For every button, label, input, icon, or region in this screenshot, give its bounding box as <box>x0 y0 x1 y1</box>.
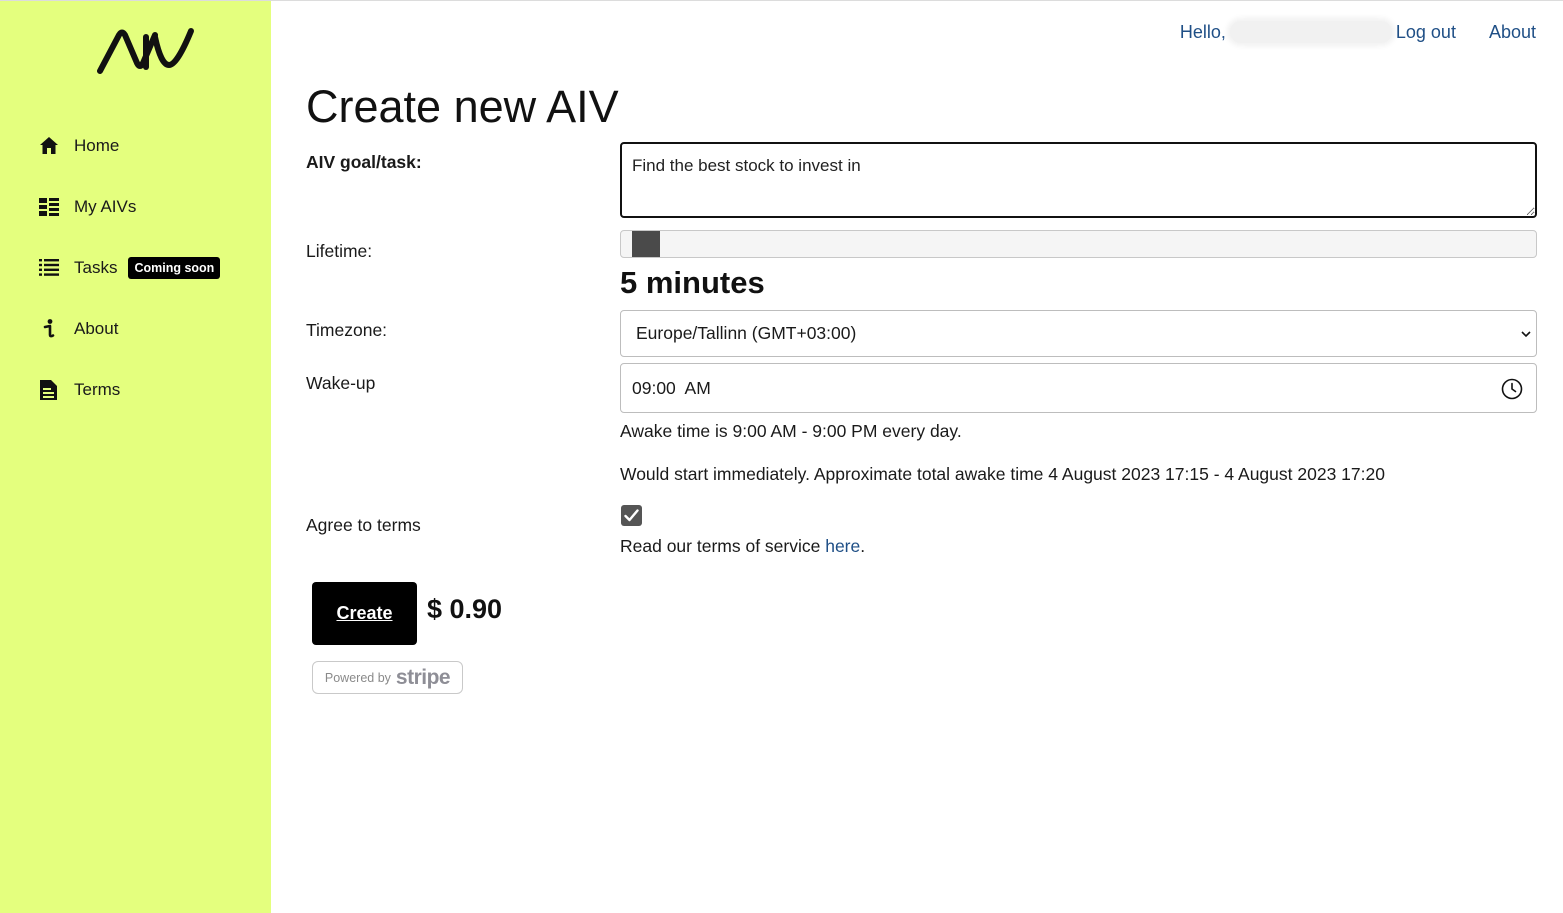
dashboard-icon <box>38 196 60 218</box>
stripe-powered-by-text: Powered by <box>324 670 391 685</box>
aiv-logo[interactable] <box>95 23 197 79</box>
sidebar-nav: Home My AIVs Tasks Coming soon About Ter… <box>0 115 271 420</box>
page-title: Create new AIV <box>306 81 619 132</box>
lifetime-slider[interactable] <box>620 230 1537 258</box>
sidebar-item-terms[interactable]: Terms <box>0 359 271 420</box>
create-button[interactable]: Create <box>312 582 417 645</box>
goal-label: AIV goal/task: <box>306 152 422 172</box>
lifetime-value: 5 minutes <box>620 265 765 300</box>
price-label: $ 0.90 <box>427 594 503 624</box>
goal-textarea[interactable] <box>620 142 1537 218</box>
sidebar-item-home[interactable]: Home <box>0 115 271 176</box>
agree-terms-checkbox[interactable] <box>621 505 642 526</box>
logout-link[interactable]: Log out <box>1396 22 1456 43</box>
wakeup-value: 09:00 AM <box>632 377 711 398</box>
chevron-down-icon <box>1521 331 1531 338</box>
wakeup-time-input[interactable]: 09:00 AM <box>620 363 1537 413</box>
terms-label: Agree to terms <box>306 515 421 535</box>
info-icon <box>38 318 60 340</box>
terms-text-prefix: Read our terms of service <box>620 536 826 556</box>
sidebar-item-my-aivs[interactable]: My AIVs <box>0 176 271 237</box>
sidebar-item-about[interactable]: About <box>0 298 271 359</box>
lifetime-slider-thumb[interactable] <box>632 231 660 257</box>
home-icon <box>38 135 60 157</box>
timezone-select[interactable]: Europe/Tallinn (GMT+03:00) <box>620 310 1537 357</box>
redacted-username <box>1229 21 1392 43</box>
lifetime-label: Lifetime: <box>306 241 373 261</box>
hello-text: Hello, <box>1179 21 1226 42</box>
sidebar-item-label: About <box>74 318 119 338</box>
about-link[interactable]: About <box>1489 22 1536 43</box>
clock-icon[interactable] <box>1500 377 1524 401</box>
checkmark-icon <box>624 509 639 522</box>
start-time-text: Would start immediately. Approximate tot… <box>620 464 1385 484</box>
terms-text-suffix: . <box>860 536 866 556</box>
terms-of-service-text: Read our terms of service here. <box>620 536 865 557</box>
top-links: Hello, Log out About <box>1180 21 1536 43</box>
timezone-label: Timezone: <box>306 320 388 340</box>
timezone-value: Europe/Tallinn (GMT+03:00) <box>636 323 857 343</box>
stripe-logo: stripe <box>395 665 451 689</box>
coming-soon-badge: Coming soon <box>128 256 221 279</box>
terms-here-link[interactable]: here <box>825 536 860 556</box>
sidebar-item-label: My AIVs <box>74 196 137 216</box>
sidebar: Home My AIVs Tasks Coming soon About Ter… <box>0 1 271 913</box>
powered-by-stripe-badge[interactable]: Powered by stripe <box>312 661 463 694</box>
sidebar-item-label: Home <box>74 135 120 155</box>
sidebar-item-label: Tasks <box>74 257 118 277</box>
wakeup-label: Wake-up <box>306 373 376 393</box>
document-icon <box>38 379 60 401</box>
awake-time-text: Awake time is 9:00 AM - 9:00 PM every da… <box>620 421 962 441</box>
user-greeting: Hello, <box>1180 21 1396 43</box>
list-icon <box>38 257 60 279</box>
sidebar-item-tasks[interactable]: Tasks Coming soon <box>0 237 271 298</box>
sidebar-item-label: Terms <box>74 379 121 399</box>
